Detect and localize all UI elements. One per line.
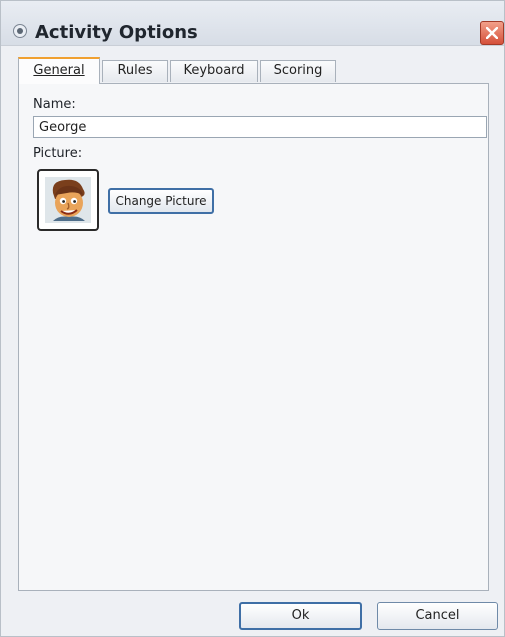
window-title: Activity Options — [35, 22, 198, 43]
tab-general-label: General — [33, 63, 85, 78]
tab-strip: General Rules Keyboard Scoring — [18, 57, 488, 84]
cancel-button[interactable]: Cancel — [377, 602, 498, 630]
activity-options-dialog: Activity Options General Rules Keyboard … — [0, 0, 505, 637]
close-icon — [486, 27, 498, 39]
tab-keyboard-label: Keyboard — [183, 63, 245, 78]
name-input[interactable] — [33, 116, 487, 138]
tab-general[interactable]: General — [18, 57, 100, 84]
tab-rules-label: Rules — [117, 63, 153, 78]
close-button[interactable] — [480, 21, 504, 45]
general-tab-panel: Name: Picture: Change Picture — [18, 83, 489, 591]
tab-keyboard[interactable]: Keyboard — [170, 60, 258, 82]
avatar-picture[interactable] — [37, 169, 99, 231]
cartoon-face-avatar-icon — [45, 177, 91, 223]
app-icon — [13, 24, 27, 38]
tab-scoring-label: Scoring — [273, 63, 323, 78]
tab-rules[interactable]: Rules — [102, 60, 168, 82]
picture-label: Picture: — [33, 146, 83, 161]
tab-scoring[interactable]: Scoring — [260, 60, 336, 82]
title-bar: Activity Options — [1, 1, 504, 46]
name-label: Name: — [33, 97, 76, 112]
ok-button[interactable]: Ok — [239, 602, 362, 630]
change-picture-button[interactable]: Change Picture — [108, 188, 214, 214]
